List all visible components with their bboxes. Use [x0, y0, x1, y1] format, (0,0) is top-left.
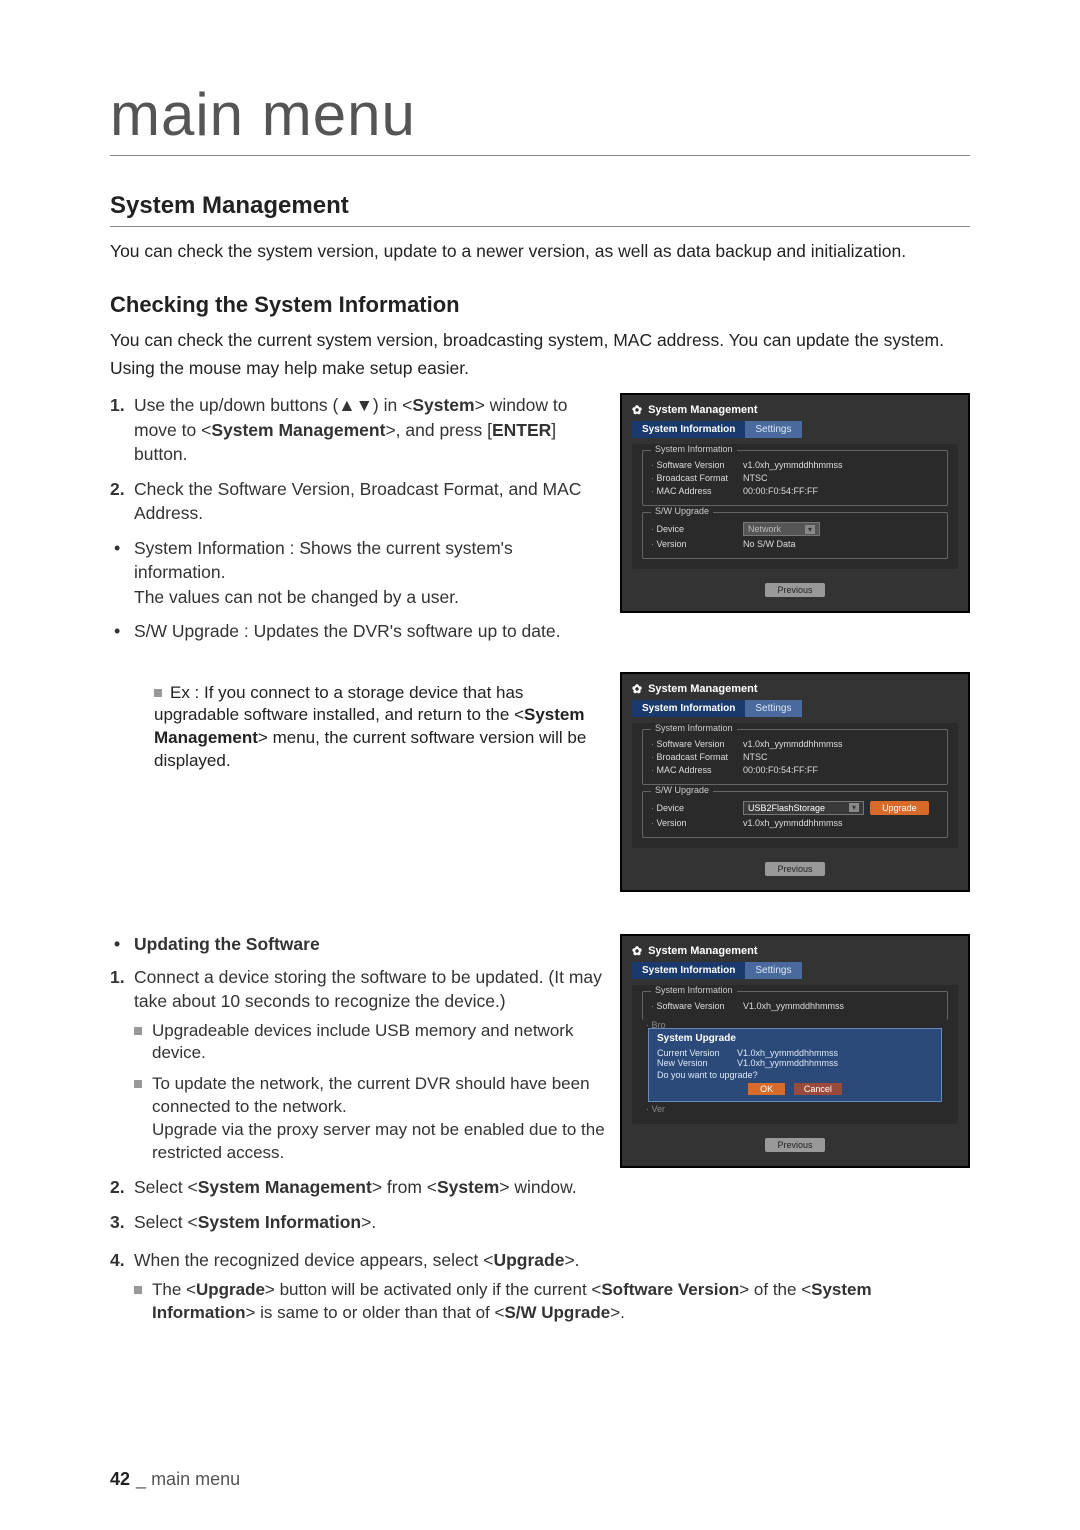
bullet-sw-upgrade: S/W Upgrade : Updates the DVR's software…: [134, 619, 606, 644]
upgrade-confirm-dialog: System Upgrade Current VersionV1.0xh_yym…: [648, 1028, 942, 1102]
step-1: 1. Use the up/down buttons (▲▼) in <Syst…: [134, 393, 606, 467]
device-dropdown[interactable]: Network▾: [743, 522, 820, 536]
tab-settings[interactable]: Settings: [745, 700, 801, 717]
example-note: Ex : If you connect to a storage device …: [110, 682, 606, 774]
upd-step-4: 4. When the recognized device appears, s…: [134, 1248, 970, 1324]
upd-step-3: 3. Select <System Information>.: [134, 1210, 606, 1235]
upd-step-1-note-2: To update the network, the current DVR s…: [152, 1073, 606, 1165]
previous-button[interactable]: Previous: [765, 1138, 824, 1152]
device-dropdown[interactable]: USB2FlashStorage▾: [743, 801, 864, 815]
previous-button[interactable]: Previous: [765, 862, 824, 876]
upd-step-1: 1. Connect a device storing the software…: [134, 965, 606, 1166]
screenshot-sysinfo-no-data: ✿System Management System Information Se…: [620, 393, 970, 613]
upd-step-1-note-1: Upgradeable devices include USB memory a…: [152, 1020, 606, 1066]
subsection-heading: Checking the System Information: [110, 292, 970, 318]
mouse-note: Using the mouse may help make setup easi…: [110, 358, 970, 379]
upd-step-2: 2. Select <System Management> from <Syst…: [134, 1175, 606, 1200]
upd-step-4-note: The <Upgrade> button will be activated o…: [152, 1279, 970, 1325]
upgrade-button[interactable]: Upgrade: [870, 801, 929, 815]
chevron-down-icon: ▾: [849, 803, 859, 812]
bullet-system-information: System Information : Shows the current s…: [134, 536, 606, 610]
page-footer: 42_ main menu: [110, 1469, 240, 1490]
page-title: main menu: [110, 80, 970, 156]
square-bullet-icon: [154, 689, 162, 697]
gear-icon: ✿: [632, 682, 642, 696]
gear-icon: ✿: [632, 403, 642, 417]
step-2: 2. Check the Software Version, Broadcast…: [134, 477, 606, 526]
modal-ok-button[interactable]: OK: [748, 1083, 785, 1095]
updating-heading: Updating the Software: [110, 934, 606, 955]
subsection-paragraph: You can check the current system version…: [110, 328, 970, 353]
modal-cancel-button[interactable]: Cancel: [794, 1083, 842, 1095]
tab-settings[interactable]: Settings: [745, 421, 801, 438]
gear-icon: ✿: [632, 944, 642, 958]
tab-system-information[interactable]: System Information: [632, 962, 745, 979]
screenshot-upgrade-modal: ✿System Management System Information Se…: [620, 934, 970, 1168]
tab-settings[interactable]: Settings: [745, 962, 801, 979]
tab-system-information[interactable]: System Information: [632, 421, 745, 438]
section-paragraph: You can check the system version, update…: [110, 239, 970, 264]
screenshot-sysinfo-usb: ✿System Management System Information Se…: [620, 672, 970, 892]
section-heading: System Management: [110, 192, 970, 227]
tab-system-information[interactable]: System Information: [632, 700, 745, 717]
chevron-down-icon: ▾: [805, 525, 815, 534]
previous-button[interactable]: Previous: [765, 583, 824, 597]
